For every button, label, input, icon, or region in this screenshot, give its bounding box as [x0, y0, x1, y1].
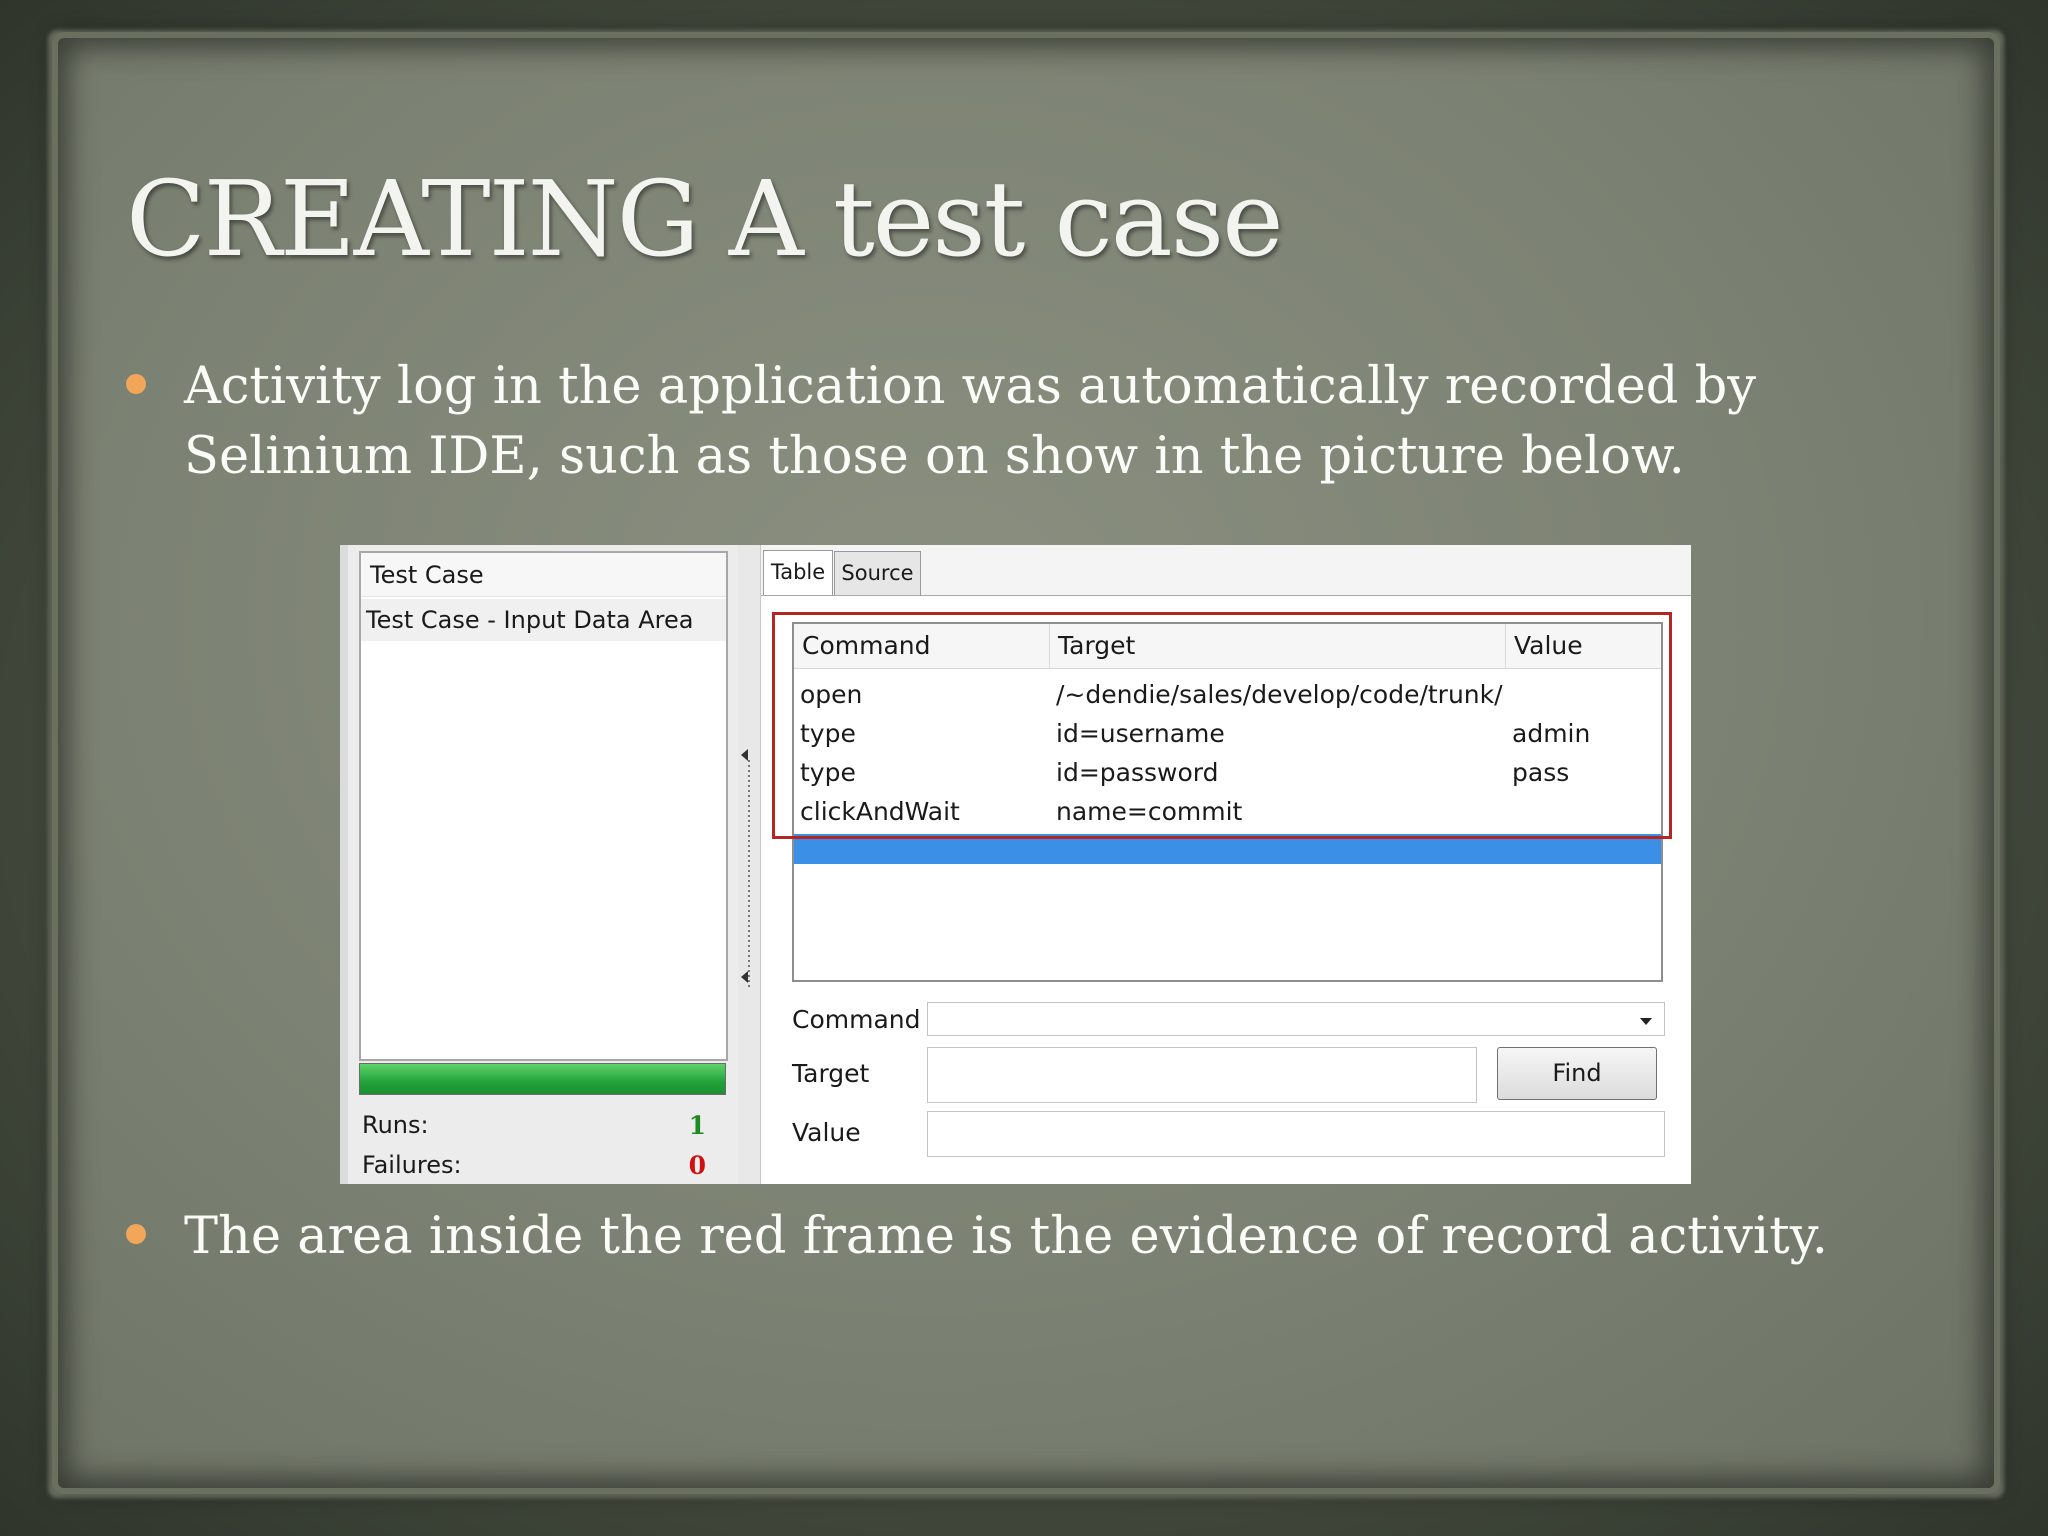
- value-label: Value: [792, 1118, 861, 1147]
- cell-target: /~dendie/sales/develop/code/trunk/: [1056, 680, 1503, 709]
- target-input[interactable]: [927, 1047, 1477, 1103]
- tab-table[interactable]: Table: [763, 550, 833, 595]
- pane-strip: [340, 545, 348, 1184]
- run-progress-bar: [359, 1063, 726, 1095]
- cell-command: type: [800, 758, 856, 787]
- table-row[interactable]: type id=password pass: [794, 753, 1661, 792]
- cell-command: clickAndWait: [800, 797, 960, 826]
- cell-command: open: [800, 680, 863, 709]
- runs-label: Runs:: [362, 1111, 429, 1139]
- target-label: Target: [792, 1059, 870, 1088]
- test-case-item[interactable]: Test Case - Input Data Area: [361, 599, 726, 641]
- cell-value: admin: [1512, 719, 1591, 748]
- bullet-text: Activity log in the application was auto…: [184, 357, 1757, 486]
- failures-label: Failures:: [362, 1151, 462, 1179]
- test-case-list-header[interactable]: Test Case: [361, 553, 726, 597]
- bullet-dot-icon: [126, 1224, 146, 1244]
- test-case-pane: Test Case Test Case - Input Data Area Ru…: [340, 545, 739, 1184]
- chevron-down-icon[interactable]: [1640, 1018, 1652, 1025]
- command-select[interactable]: [927, 1002, 1665, 1036]
- bullet-text: The area inside the red frame is the evi…: [184, 1207, 1828, 1266]
- bullet-1: Activity log in the application was auto…: [126, 352, 1926, 492]
- column-target[interactable]: Target: [1050, 624, 1506, 668]
- collapse-left-icon-2[interactable]: [741, 971, 748, 983]
- bullet-2: The area inside the red frame is the evi…: [126, 1202, 1926, 1272]
- test-case-list[interactable]: Test Case Test Case - Input Data Area: [359, 551, 728, 1061]
- tab-source[interactable]: Source: [834, 551, 921, 595]
- runs-stat: Runs: 1: [362, 1111, 722, 1140]
- pane-splitter[interactable]: [738, 545, 761, 1184]
- table-row[interactable]: type id=username admin: [794, 714, 1661, 753]
- cell-target: id=username: [1056, 719, 1225, 748]
- editor-tabs: Table Source: [761, 545, 1691, 596]
- cell-value: pass: [1512, 758, 1570, 787]
- splitter-grip-icon[interactable]: [748, 760, 750, 990]
- runs-value: 1: [688, 1111, 706, 1140]
- column-value[interactable]: Value: [1506, 624, 1666, 668]
- value-input[interactable]: [927, 1111, 1665, 1157]
- editor-pane: Table Source Command Target Value open /…: [761, 545, 1691, 1184]
- table-row[interactable]: open /~dendie/sales/develop/code/trunk/: [794, 675, 1661, 714]
- find-button[interactable]: Find: [1497, 1047, 1657, 1100]
- table-header: Command Target Value: [794, 624, 1661, 669]
- command-table[interactable]: Command Target Value open /~dendie/sales…: [792, 622, 1663, 982]
- cell-target: name=commit: [1056, 797, 1243, 826]
- selected-empty-row[interactable]: [794, 834, 1661, 864]
- bullet-dot-icon: [126, 374, 146, 394]
- collapse-left-icon[interactable]: [741, 749, 748, 761]
- slide-title: CREATING A test case: [126, 158, 1284, 280]
- failures-value: 0: [688, 1151, 706, 1180]
- failures-stat: Failures: 0: [362, 1151, 722, 1180]
- column-command[interactable]: Command: [794, 624, 1050, 668]
- command-label: Command: [792, 1005, 921, 1034]
- selenium-ide-screenshot: Test Case Test Case - Input Data Area Ru…: [340, 545, 1691, 1184]
- table-row[interactable]: clickAndWait name=commit: [794, 792, 1661, 831]
- cell-target: id=password: [1056, 758, 1219, 787]
- cell-command: type: [800, 719, 856, 748]
